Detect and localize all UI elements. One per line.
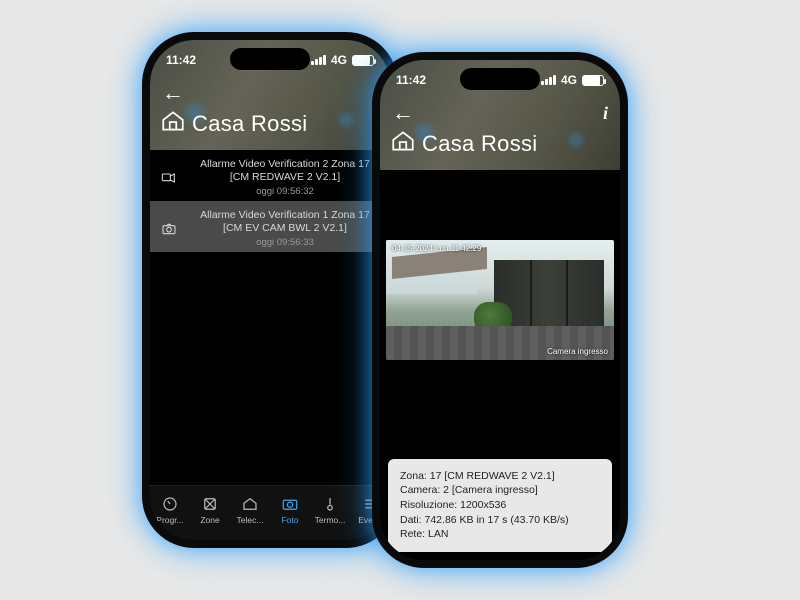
phone-right: 11:42 4G ← i Casa Rossi 04-15-2024 bbox=[380, 60, 620, 560]
tab-label: Progr... bbox=[156, 515, 183, 525]
tab-photos[interactable]: Foto bbox=[270, 486, 310, 534]
info-data: Dati: 742.86 KB in 17 s (43.70 KB/s) bbox=[400, 513, 600, 528]
info-button[interactable]: i bbox=[603, 103, 608, 124]
tab-programs[interactable]: Progr... bbox=[150, 486, 190, 534]
tab-label: Eventi bbox=[358, 515, 382, 525]
info-network: Rete: LAN bbox=[400, 527, 600, 542]
snapshot-camera-label: Camera ingresso bbox=[547, 347, 608, 356]
home-icon bbox=[160, 108, 186, 139]
event-time: oggi 09:56:33 bbox=[188, 237, 382, 248]
screenshot-stage: 11:42 4G ← Casa Rossi bbox=[0, 0, 800, 600]
event-title: Allarme Video Verification 1 Zona 17 bbox=[188, 209, 382, 222]
battery-icon bbox=[352, 55, 374, 66]
tab-label: Termo... bbox=[315, 515, 346, 525]
detail-body: 04-15-2024 Lun 11:42:29 Camera ingresso … bbox=[380, 170, 620, 560]
event-time: oggi 09:56:32 bbox=[188, 186, 382, 197]
status-time: 11:42 bbox=[166, 53, 196, 67]
tab-label: Zone bbox=[200, 515, 219, 525]
battery-icon bbox=[582, 75, 604, 86]
camera-snapshot[interactable]: 04-15-2024 Lun 11:42:29 Camera ingresso bbox=[386, 240, 614, 360]
status-right: 4G bbox=[311, 53, 374, 67]
signal-icon bbox=[311, 55, 326, 65]
signal-icon bbox=[541, 75, 556, 85]
page-title: Casa Rossi bbox=[422, 131, 537, 157]
info-camera: Camera: 2 [Camera ingresso] bbox=[400, 483, 600, 498]
info-zone: Zona: 17 [CM REDWAVE 2 V2.1] bbox=[400, 469, 600, 484]
tab-label: Telec... bbox=[237, 515, 264, 525]
gauge-icon bbox=[161, 495, 179, 513]
camera-icon bbox=[281, 495, 299, 513]
zones-icon bbox=[201, 495, 219, 513]
back-button[interactable]: ← bbox=[162, 80, 184, 106]
phone-left: 11:42 4G ← Casa Rossi bbox=[150, 40, 390, 540]
network-label: 4G bbox=[561, 73, 577, 87]
network-label: 4G bbox=[331, 53, 347, 67]
phone-notch bbox=[460, 68, 540, 90]
tab-thermo[interactable]: Termo... bbox=[310, 486, 350, 534]
list-icon bbox=[361, 495, 379, 513]
video-camera-icon bbox=[158, 170, 180, 186]
tab-label: Foto bbox=[281, 515, 298, 525]
event-title: Allarme Video Verification 2 Zona 17 bbox=[188, 158, 382, 171]
back-button[interactable]: ← bbox=[392, 100, 414, 126]
snapshot-timestamp: 04-15-2024 Lun 11:42:29 bbox=[392, 244, 481, 253]
snapshot-info-panel: Zona: 17 [CM REDWAVE 2 V2.1] Camera: 2 [… bbox=[388, 459, 612, 552]
event-subtitle: [CM REDWAVE 2 V2.1] bbox=[188, 171, 382, 183]
info-resolution: Risoluzione: 1200x536 bbox=[400, 498, 600, 513]
bottom-tab-bar: Progr... Zone Telec... Foto Termo... Eve… bbox=[150, 485, 390, 540]
tab-cameras[interactable]: Telec... bbox=[230, 486, 270, 534]
event-item[interactable]: Allarme Video Verification 1 Zona 17 [CM… bbox=[150, 201, 390, 252]
home-outline-icon bbox=[241, 495, 259, 513]
camera-icon bbox=[158, 221, 180, 237]
tab-zones[interactable]: Zone bbox=[190, 486, 230, 534]
thermometer-icon bbox=[321, 495, 339, 513]
phone-notch bbox=[230, 48, 310, 70]
status-time: 11:42 bbox=[396, 73, 426, 87]
event-list[interactable]: Allarme Video Verification 2 Zona 17 [CM… bbox=[150, 150, 390, 485]
event-item[interactable]: Allarme Video Verification 2 Zona 17 [CM… bbox=[150, 150, 390, 201]
event-subtitle: [CM EV CAM BWL 2 V2.1] bbox=[188, 222, 382, 234]
status-right: 4G bbox=[541, 73, 604, 87]
page-title: Casa Rossi bbox=[192, 111, 307, 137]
home-icon bbox=[390, 128, 416, 159]
